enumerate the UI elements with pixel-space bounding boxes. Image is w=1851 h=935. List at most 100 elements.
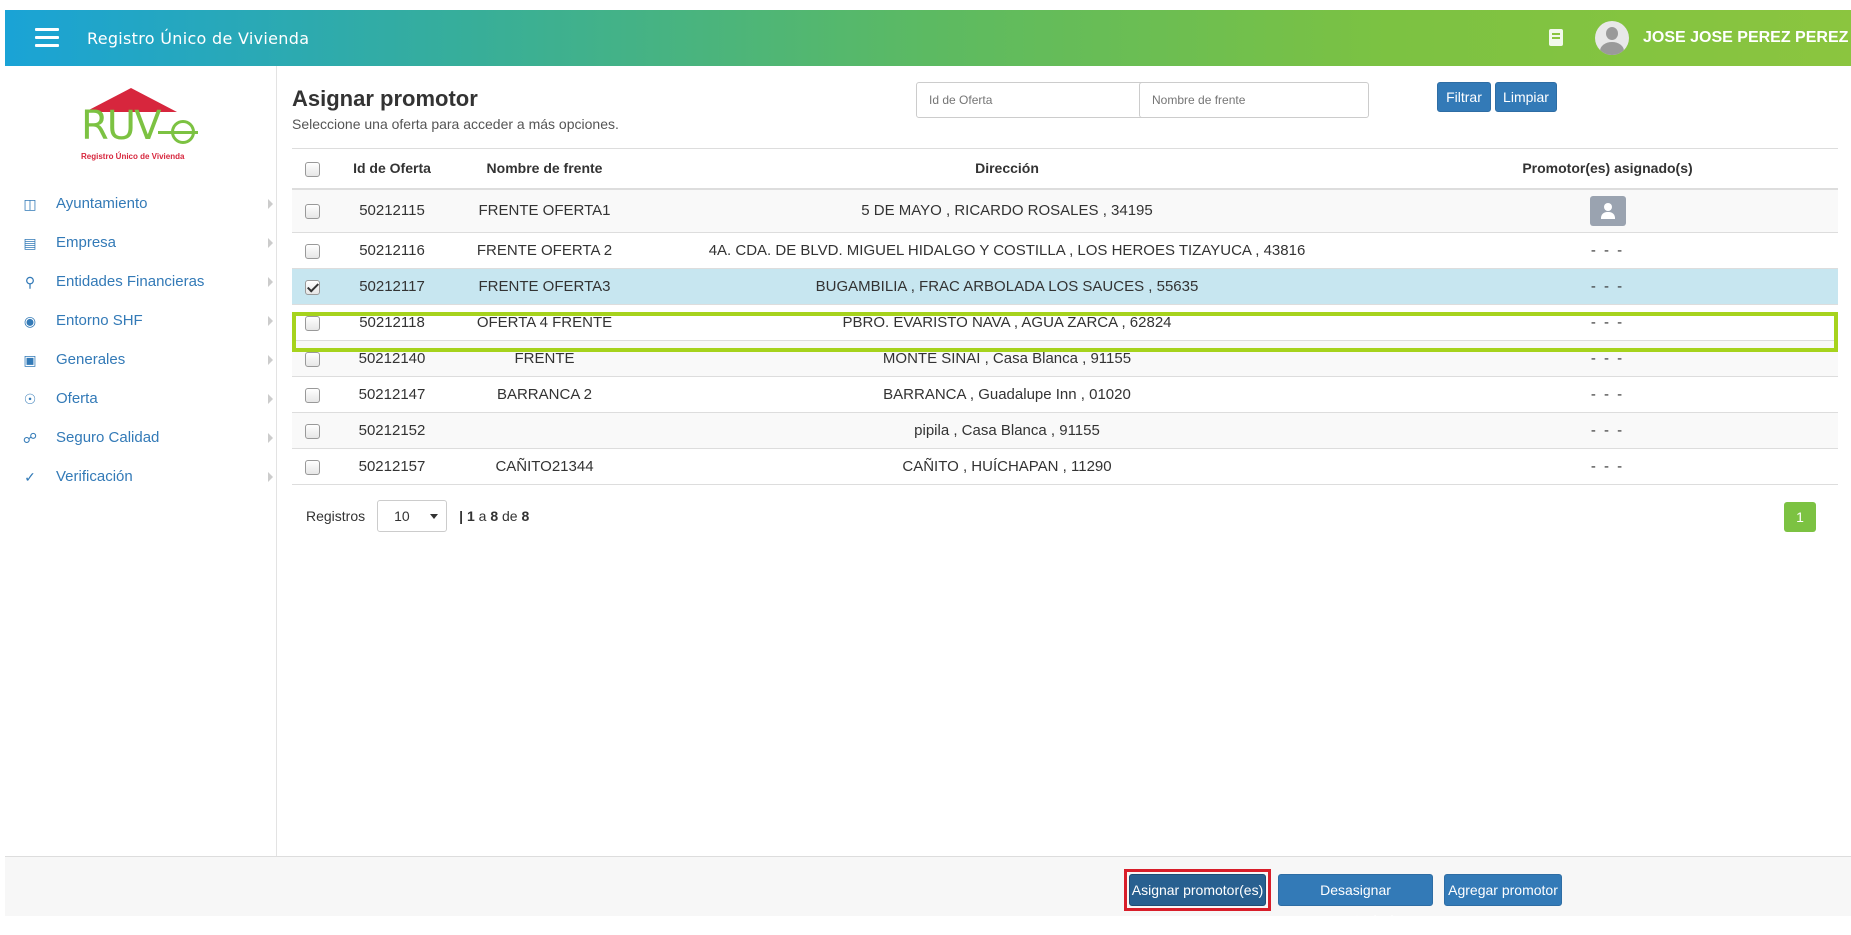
table-row[interactable]: 50212116 FRENTE OFERTA 2 4A. CDA. DE BLV… <box>292 232 1838 269</box>
table-row[interactable]: 50212147 BARRANCA 2 BARRANCA , Guadalupe… <box>292 376 1838 413</box>
document-icon[interactable] <box>1549 29 1563 46</box>
row-checkbox[interactable] <box>304 423 320 439</box>
user-icon[interactable] <box>1589 195 1626 226</box>
promotor-cell: - - - <box>1377 448 1838 485</box>
front-name-cell: FRENTE OFERTA3 <box>452 268 637 305</box>
chevron-right-icon <box>268 277 273 287</box>
records-range: | 1 a 8 de 8 <box>459 508 530 524</box>
front-name-cell: CAÑITO21344 <box>452 448 637 485</box>
promotor-cell: - - - <box>1377 232 1838 269</box>
column-header-address[interactable]: Dirección <box>637 148 1377 190</box>
promotor-cell: - - - <box>1377 340 1838 377</box>
sidebar-item-seguro-calidad[interactable]: ☍ Seguro Calidad <box>5 418 277 457</box>
filter-button[interactable]: Filtrar <box>1437 82 1491 112</box>
unassign-promoter-button[interactable]: Desasignar promotor(es) <box>1278 874 1433 928</box>
front-name-cell: OFERTA 4 FRENTE <box>452 304 637 341</box>
chevron-right-icon <box>268 199 273 209</box>
sidebar-item-label: Empresa <box>56 234 117 251</box>
sidebar-item-entidades-financieras[interactable]: ⚲ Entidades Financieras <box>5 262 277 301</box>
offer-id-cell: 50212115 <box>332 188 452 233</box>
row-select-cell <box>292 448 332 485</box>
clear-button[interactable]: Limpiar <box>1495 82 1557 112</box>
house-hand-icon: ☉ <box>23 390 37 407</box>
row-checkbox-checked[interactable] <box>304 279 320 295</box>
offer-id-cell: 50212140 <box>332 340 452 377</box>
page-size-value: 10 <box>394 508 410 524</box>
sidebar-item-label: Verificación <box>56 468 133 485</box>
table-row-selected[interactable]: 50212117 FRENTE OFERTA3 BUGAMBILIA , FRA… <box>292 268 1838 305</box>
row-select-cell <box>292 340 332 377</box>
main-content: Asignar promotor Seleccione una oferta p… <box>278 66 1851 856</box>
table-row[interactable]: 50212118 OFERTA 4 FRENTE PBRO. EVARISTO … <box>292 304 1838 341</box>
select-all-checkbox[interactable] <box>304 161 320 177</box>
pagination-info: Registros 10 | 1 a 8 de 8 <box>306 500 529 532</box>
row-checkbox[interactable] <box>304 315 320 331</box>
records-label: Registros <box>306 508 366 524</box>
address-cell: PBRO. EVARISTO NAVA , AGUA ZARCA , 62824 <box>637 304 1377 341</box>
row-select-cell <box>292 188 332 233</box>
offer-id-cell: 50212116 <box>332 232 452 269</box>
offer-id-cell: 50212117 <box>332 268 452 305</box>
sidebar-item-ayuntamiento[interactable]: ◫ Ayuntamiento <box>5 184 277 223</box>
row-checkbox[interactable] <box>304 459 320 475</box>
sidebar-item-empresa[interactable]: ▤ Empresa <box>5 223 277 262</box>
sidebar-item-entorno-shf[interactable]: ◉ Entorno SHF <box>5 301 277 340</box>
row-select-cell <box>292 232 332 269</box>
row-checkbox[interactable] <box>304 351 320 367</box>
column-header-id[interactable]: Id de Oferta <box>332 148 452 190</box>
table-row[interactable]: 50212140 FRENTE MONTE SINAI , Casa Blanc… <box>292 340 1838 377</box>
offer-id-cell: 50212147 <box>332 376 452 413</box>
location-icon: ◉ <box>23 312 37 329</box>
page-size-select[interactable]: 10 <box>377 500 448 532</box>
address-cell: BARRANCA , Guadalupe Inn , 01020 <box>637 376 1377 413</box>
address-cell: 5 DE MAYO , RICARDO ROSALES , 34195 <box>637 188 1377 233</box>
offer-id-input[interactable] <box>916 82 1146 118</box>
offer-id-cell: 50212118 <box>332 304 452 341</box>
sidebar-item-label: Seguro Calidad <box>56 429 160 446</box>
sidebar-item-label: Entidades Financieras <box>56 273 205 290</box>
page-title: Asignar promotor <box>292 86 478 111</box>
user-name[interactable]: JOSE JOSE PEREZ PEREZ <box>1643 29 1848 47</box>
table-row[interactable]: 50212115 FRENTE OFERTA1 5 DE MAYO , RICA… <box>292 188 1838 233</box>
sidebar: RUV Registro Único de Vivienda ◫ Ayuntam… <box>5 66 277 916</box>
app-window: Registro Único de Vivienda JOSE JOSE PER… <box>5 10 1851 928</box>
front-name-cell: BARRANCA 2 <box>452 376 637 413</box>
front-name-cell: FRENTE OFERTA1 <box>452 188 637 233</box>
users-icon: ⚲ <box>24 273 36 290</box>
address-cell: CAÑITO , HUÍCHAPAN , 11290 <box>637 448 1377 485</box>
chevron-down-icon <box>430 513 439 519</box>
add-promoter-button[interactable]: Agregar promotor <box>1444 874 1562 906</box>
promotor-cell: - - - <box>1377 268 1838 305</box>
sidebar-item-label: Generales <box>56 351 126 368</box>
table-row[interactable]: 50212152 pipila , Casa Blanca , 91155 - … <box>292 412 1838 449</box>
row-select-cell <box>292 376 332 413</box>
app-title: Registro Único de Vivienda <box>87 29 310 48</box>
table-header-row: Id de Oferta Nombre de frente Dirección … <box>292 148 1838 190</box>
map-icon: ◫ <box>23 195 37 212</box>
promotor-cell <box>1377 188 1838 233</box>
sidebar-item-oferta[interactable]: ☉ Oferta <box>5 379 277 418</box>
sidebar-item-verificacion[interactable]: ✓ Verificación <box>5 457 277 496</box>
row-checkbox[interactable] <box>304 387 320 403</box>
handshake-icon: ☍ <box>22 429 38 446</box>
table-row[interactable]: 50212157 CAÑITO21344 CAÑITO , HUÍCHAPAN … <box>292 448 1838 485</box>
page-button-current[interactable]: 1 <box>1784 502 1816 532</box>
address-cell: MONTE SINAI , Casa Blanca , 91155 <box>637 340 1377 377</box>
column-header-name[interactable]: Nombre de frente <box>452 148 637 190</box>
menu-icon[interactable] <box>35 28 59 48</box>
promotor-cell: - - - <box>1377 412 1838 449</box>
assign-promoter-button[interactable]: Asignar promotor(es) <box>1129 874 1266 906</box>
sidebar-item-generales[interactable]: ▣ Generales <box>5 340 277 379</box>
column-header-promotor[interactable]: Promotor(es) asignado(s) <box>1377 148 1838 190</box>
front-name-input[interactable] <box>1139 82 1369 118</box>
row-checkbox[interactable] <box>304 203 320 219</box>
front-name-cell: FRENTE OFERTA 2 <box>452 232 637 269</box>
sidebar-item-label: Oferta <box>56 390 98 407</box>
sidebar-item-label: Entorno SHF <box>56 312 143 329</box>
avatar[interactable] <box>1595 21 1629 55</box>
top-bar: Registro Único de Vivienda JOSE JOSE PER… <box>5 10 1851 66</box>
address-cell: 4A. CDA. DE BLVD. MIGUEL HIDALGO Y COSTI… <box>637 232 1377 269</box>
row-checkbox[interactable] <box>304 243 320 259</box>
row-select-cell <box>292 268 332 305</box>
promotor-cell: - - - <box>1377 376 1838 413</box>
